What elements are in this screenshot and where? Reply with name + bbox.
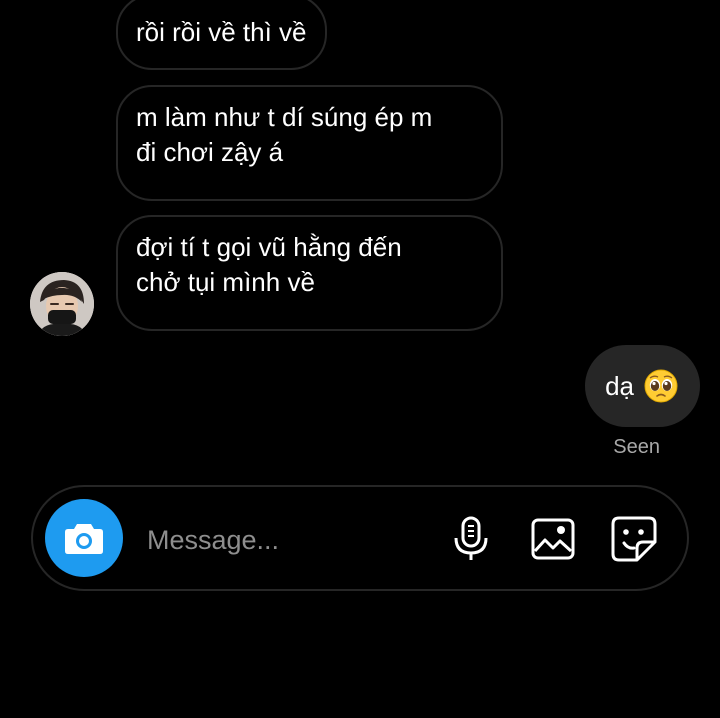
microphone-icon: [454, 516, 488, 560]
outgoing-message-bubble[interactable]: dạ: [585, 345, 700, 427]
image-gallery-icon: [531, 518, 575, 560]
microphone-button[interactable]: [447, 515, 495, 563]
message-input[interactable]: [145, 517, 429, 563]
camera-button[interactable]: [45, 499, 123, 577]
outgoing-message-text: dạ: [605, 370, 634, 401]
gallery-button[interactable]: [529, 515, 577, 563]
incoming-message-bubble[interactable]: m làm như t dí súng ép m đi chơi zậy á: [116, 85, 503, 201]
camera-icon: [65, 524, 103, 554]
sender-avatar[interactable]: [30, 272, 94, 336]
sticker-icon: [611, 516, 657, 562]
avatar-photo: [30, 272, 94, 336]
pleading-face-icon: [644, 369, 678, 403]
seen-status: Seen: [613, 436, 660, 458]
message-composer: [31, 485, 689, 591]
sticker-button[interactable]: [610, 515, 658, 563]
incoming-message-bubble[interactable]: đợi tí t gọi vũ hằng đến chở tụi mình về: [116, 215, 503, 331]
incoming-message-bubble[interactable]: rồi rồi về thì về: [116, 0, 327, 70]
chat-screen: rồi rồi về thì về m làm như t dí súng ép…: [0, 0, 720, 718]
